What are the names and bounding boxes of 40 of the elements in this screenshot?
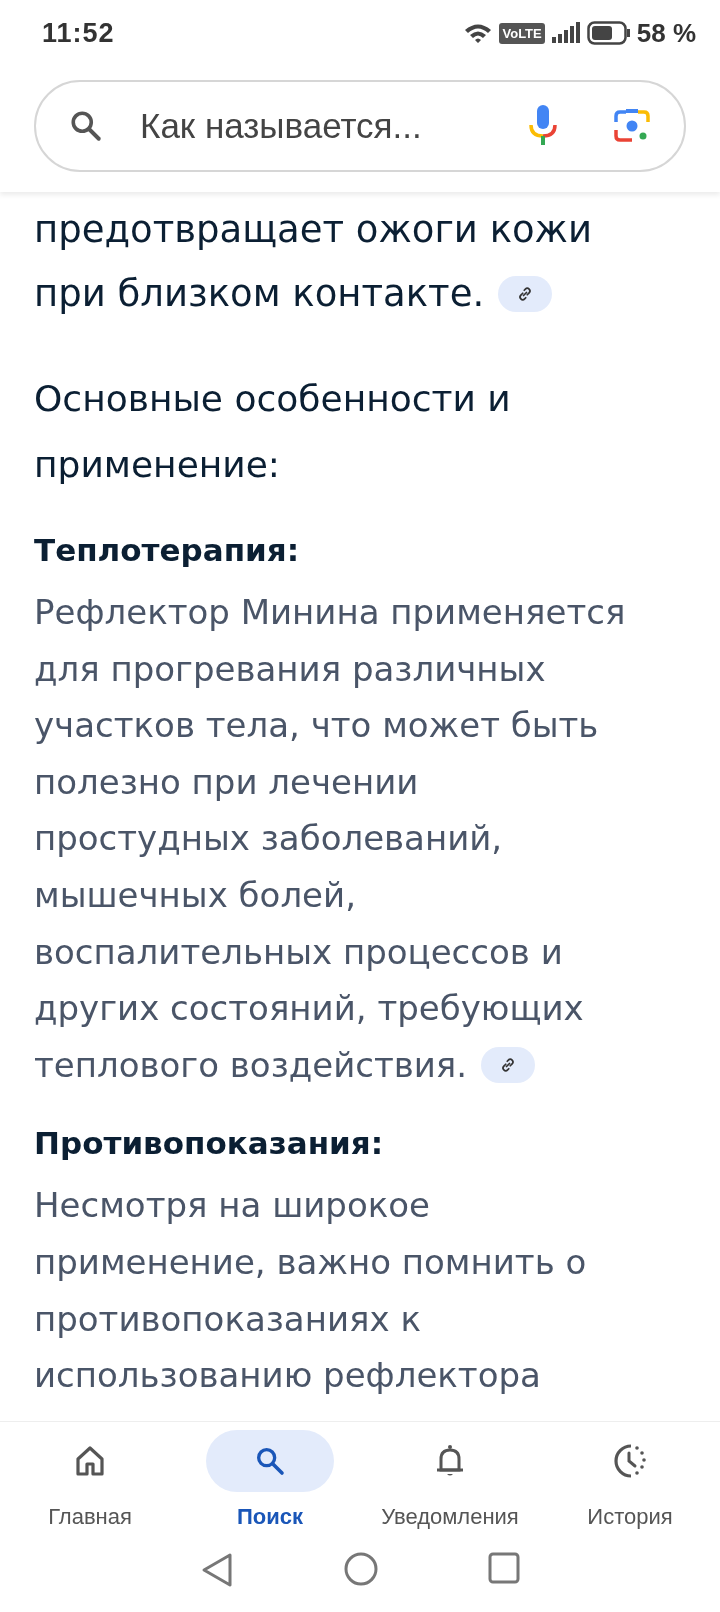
nav-tab[interactable]: Уведомления bbox=[360, 1430, 540, 1552]
section-heading: Основные особенности и bbox=[34, 377, 512, 421]
paragraph-text: Рефлектор Минина применяется bbox=[34, 591, 627, 634]
answer-text: предотвращает ожоги кожи bbox=[34, 207, 593, 253]
wifi-icon bbox=[463, 22, 494, 44]
paragraph-text: участков тела, что может быть bbox=[34, 704, 600, 748]
paragraph-text: мышечных болей, bbox=[34, 873, 357, 917]
recents-square-icon[interactable] bbox=[488, 1552, 520, 1584]
history-icon bbox=[613, 1443, 647, 1479]
paragraph-text: Несмотря на широкое bbox=[34, 1184, 431, 1228]
paragraph-text: других состояний, требующих bbox=[34, 987, 585, 1031]
back-icon[interactable] bbox=[200, 1552, 234, 1588]
paragraph-text: теплового воздействия. bbox=[34, 1043, 468, 1087]
paragraph-text: противопоказаниях к bbox=[34, 1297, 422, 1341]
paragraph-text: применение, важно помнить о bbox=[34, 1240, 588, 1284]
signal-icon bbox=[550, 22, 581, 44]
link-chip[interactable] bbox=[498, 276, 553, 312]
home-icon bbox=[75, 1445, 105, 1477]
clock-time: 11:52 bbox=[42, 17, 115, 49]
link-chip[interactable] bbox=[481, 1047, 536, 1084]
microphone-icon[interactable] bbox=[526, 105, 560, 147]
paragraph-text: полезно при лечении bbox=[34, 760, 420, 804]
search-icon bbox=[68, 108, 104, 144]
search-icon bbox=[254, 1445, 286, 1477]
subsection-heading: Противопоказания: bbox=[34, 1124, 385, 1164]
battery-percent: 58 % bbox=[636, 17, 696, 49]
battery-icon bbox=[586, 21, 631, 45]
home-circle-icon[interactable] bbox=[344, 1552, 378, 1586]
section-heading: применение: bbox=[34, 443, 281, 487]
answer-text: при близком контакте. bbox=[34, 271, 485, 317]
nav-tab[interactable]: Главная bbox=[0, 1430, 180, 1552]
paragraph-text: простудных заболеваний, bbox=[34, 817, 504, 861]
subsection-heading: Теплотерапия: bbox=[34, 531, 301, 570]
search-field[interactable]: Как называется... bbox=[34, 80, 686, 172]
nav-tab[interactable]: Поиск bbox=[180, 1430, 360, 1552]
nav-tab[interactable]: История bbox=[540, 1430, 720, 1552]
paragraph-text: воспалительных процессов и bbox=[34, 930, 564, 974]
paragraph-text: для прогревания различных bbox=[34, 647, 547, 691]
paragraph-text: использованию рефлектора bbox=[34, 1354, 542, 1398]
volte-badge: VoLTE bbox=[499, 22, 545, 44]
